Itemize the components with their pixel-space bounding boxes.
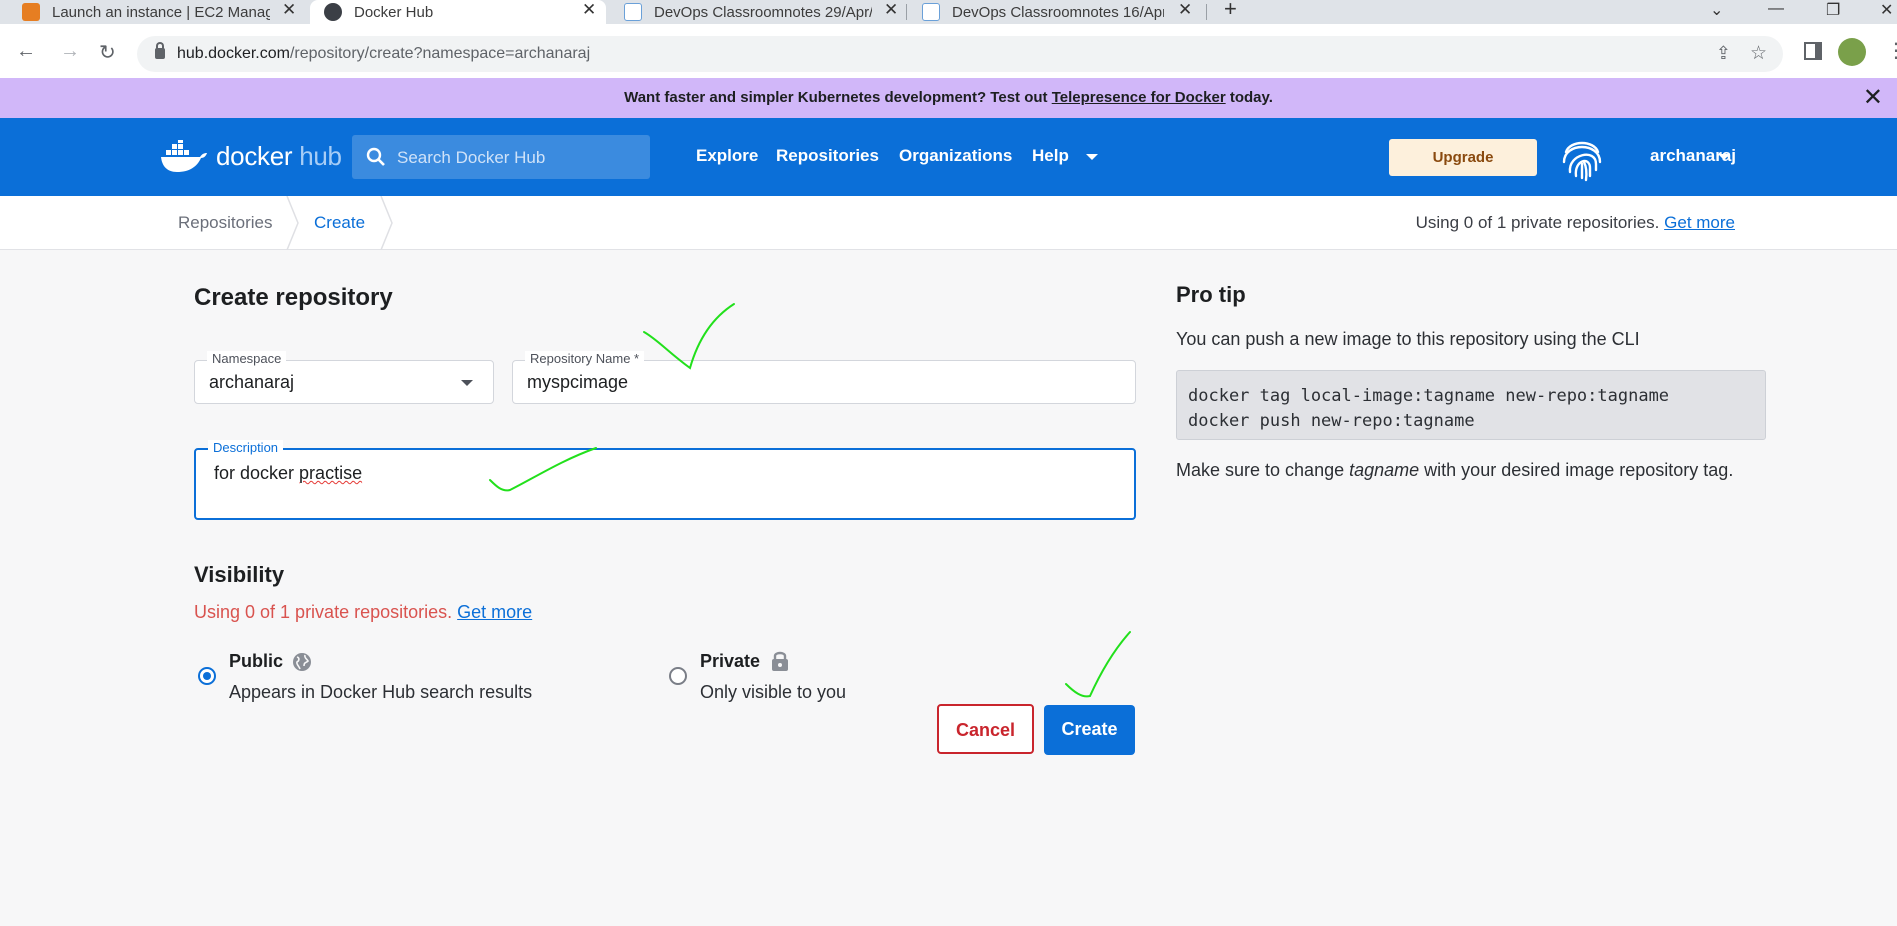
lock-icon xyxy=(772,651,788,671)
annotation-checkmark-icon xyxy=(643,303,735,370)
public-radio[interactable] xyxy=(198,667,216,685)
help-dropdown-icon[interactable] xyxy=(1086,154,1098,160)
annotation-checkmark-icon xyxy=(1065,631,1131,698)
address-bar[interactable]: hub.docker.com/repository/create?namespa… xyxy=(137,36,1783,72)
namespace-value: archanaraj xyxy=(209,372,295,392)
description-field[interactable]: Description for docker practise xyxy=(194,440,1136,520)
private-option-description: Only visible to you xyxy=(700,682,847,702)
docker-hub-header: docker hub Search Docker Hub Explore Rep… xyxy=(0,118,1897,196)
promo-text: Want faster and simpler Kubernetes devel… xyxy=(624,89,1052,106)
code-line: docker tag local-image:tagname new-repo:… xyxy=(1188,386,1670,406)
visibility-usage: Using 0 of 1 private repositories. Get m… xyxy=(194,602,533,622)
repository-name-label: Repository Name * xyxy=(525,351,645,366)
cli-code-block: docker tag local-image:tagname new-repo:… xyxy=(1176,370,1766,440)
back-icon[interactable]: ← xyxy=(16,40,36,63)
close-tab-icon[interactable]: ✕ xyxy=(282,0,296,20)
user-dropdown-icon[interactable] xyxy=(1718,154,1730,160)
upgrade-button[interactable]: Upgrade xyxy=(1389,139,1537,176)
breadcrumb-separator-icon xyxy=(380,196,393,250)
share-icon[interactable]: ⇪ xyxy=(1716,43,1731,64)
docker-hub-logo[interactable]: docker hub xyxy=(160,140,342,172)
restore-icon[interactable]: ❐ xyxy=(1826,0,1840,20)
close-banner-icon[interactable]: ✕ xyxy=(1863,78,1883,118)
private-option-title[interactable]: Private xyxy=(700,651,760,672)
pro-tip-title: Pro tip xyxy=(1176,282,1246,307)
page-title: Create repository xyxy=(194,284,393,311)
breadcrumb-repositories[interactable]: Repositories xyxy=(178,213,273,233)
browser-menu-icon[interactable]: ⋮ xyxy=(1886,38,1897,63)
tab-divider xyxy=(1206,4,1207,20)
minimize-icon[interactable]: — xyxy=(1768,0,1784,18)
aws-favicon-icon xyxy=(22,3,40,21)
breadcrumb: Repositories Create Using 0 of 1 private… xyxy=(0,196,1897,250)
tab-title: Launch an instance | EC2 Manage xyxy=(52,3,270,21)
nav-organizations[interactable]: Organizations xyxy=(899,146,1012,166)
devops-favicon-icon xyxy=(624,3,642,21)
description-value: for docker practise xyxy=(214,463,363,483)
browser-tab-docker-hub[interactable]: Docker Hub ✕ xyxy=(310,0,606,24)
create-button[interactable]: Create xyxy=(1044,705,1135,755)
annotation-checkmark-icon xyxy=(489,447,597,492)
tab-title: Docker Hub xyxy=(354,3,434,21)
telepresence-link[interactable]: Telepresence for Docker xyxy=(1052,89,1226,106)
promo-banner: Want faster and simpler Kubernetes devel… xyxy=(0,78,1897,118)
chevron-down-icon xyxy=(461,380,473,386)
new-tab-icon[interactable]: + xyxy=(1224,0,1237,22)
browser-tab-devops-16[interactable]: DevOps Classroomnotes 16/Apr/ ✕ xyxy=(922,0,1202,24)
public-option-description: Appears in Docker Hub search results xyxy=(229,682,533,702)
forward-icon[interactable]: → xyxy=(60,40,80,63)
lock-icon[interactable] xyxy=(155,42,165,59)
search-icon xyxy=(366,147,385,166)
tab-title: DevOps Classroomnotes 29/Apr/ xyxy=(654,3,872,21)
docker-whale-icon xyxy=(161,140,207,172)
fingerprint-avatar-icon[interactable] xyxy=(1556,132,1608,184)
tab-title: DevOps Classroomnotes 16/Apr/ xyxy=(952,3,1164,21)
tab-divider xyxy=(906,4,907,20)
browser-tab-bar: Launch an instance | EC2 Manage ✕ Docker… xyxy=(0,0,1897,24)
nav-explore[interactable]: Explore xyxy=(696,146,758,166)
profile-avatar-icon[interactable] xyxy=(1838,38,1866,66)
private-repo-usage: Using 0 of 1 private repositories. Get m… xyxy=(1415,213,1735,232)
close-tab-icon[interactable]: ✕ xyxy=(884,0,898,20)
private-radio[interactable] xyxy=(669,667,687,685)
namespace-label: Namespace xyxy=(207,351,287,366)
nav-repositories[interactable]: Repositories xyxy=(776,146,879,166)
breadcrumb-create[interactable]: Create xyxy=(314,213,365,233)
namespace-select[interactable]: Namespace archanaraj xyxy=(194,351,494,404)
visibility-title: Visibility xyxy=(194,562,285,587)
public-option-title[interactable]: Public xyxy=(229,651,283,672)
browser-toolbar: ← → ↻ hub.docker.com/repository/create?n… xyxy=(0,24,1897,82)
docker-favicon-icon xyxy=(324,3,342,21)
promo-text-end: today. xyxy=(1225,89,1273,106)
browser-tab-devops-29[interactable]: DevOps Classroomnotes 29/Apr/ ✕ xyxy=(624,0,904,24)
nav-help[interactable]: Help xyxy=(1032,146,1069,166)
side-panel-icon[interactable] xyxy=(1804,42,1822,60)
close-tab-icon[interactable]: ✕ xyxy=(1178,0,1192,20)
repository-name-value: myspcimage xyxy=(527,372,629,392)
get-more-link[interactable]: Get more xyxy=(1664,213,1735,232)
devops-favicon-icon xyxy=(922,3,940,21)
misspelled-word: practise xyxy=(299,463,363,483)
breadcrumb-separator-icon xyxy=(286,196,299,250)
search-placeholder: Search Docker Hub xyxy=(397,148,546,167)
bookmark-star-icon[interactable]: ☆ xyxy=(1750,42,1767,65)
globe-icon xyxy=(293,653,311,671)
pro-tip-note: Make sure to change tagname with your de… xyxy=(1176,460,1734,480)
code-line: docker push new-repo:tagname xyxy=(1188,411,1475,431)
close-tab-icon[interactable]: ✕ xyxy=(582,0,596,20)
tab-search-icon[interactable]: ⌄ xyxy=(1710,0,1723,20)
description-label: Description xyxy=(208,440,284,455)
pro-tip-intro: You can push a new image to this reposit… xyxy=(1176,329,1640,349)
close-window-icon[interactable]: ✕ xyxy=(1880,0,1893,20)
reload-icon[interactable]: ↻ xyxy=(99,40,116,65)
cancel-button[interactable]: Cancel xyxy=(937,704,1034,754)
browser-tab-ec2[interactable]: Launch an instance | EC2 Manage ✕ xyxy=(22,0,302,24)
repository-name-field[interactable]: Repository Name * myspcimage xyxy=(512,351,1136,404)
visibility-get-more-link[interactable]: Get more xyxy=(457,602,532,622)
url-text[interactable]: hub.docker.com/repository/create?namespa… xyxy=(177,45,590,63)
search-input[interactable]: Search Docker Hub xyxy=(352,135,650,179)
